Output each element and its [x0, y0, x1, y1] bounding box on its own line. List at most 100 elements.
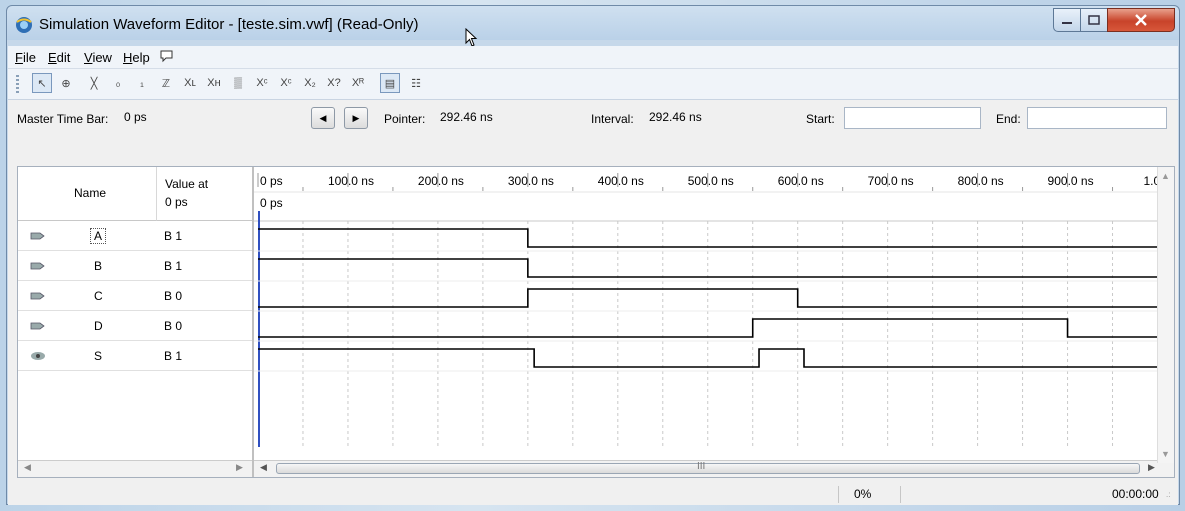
signal-row[interactable]: B B 1	[18, 251, 252, 281]
signal-row[interactable]: A B 1	[18, 221, 252, 251]
master-time-bar-label: Master Time Bar:	[17, 112, 109, 126]
signal-value: B 0	[164, 289, 183, 303]
next-transition-button[interactable]: ▶	[344, 107, 368, 129]
minimize-icon	[1054, 9, 1080, 31]
forcing-high-icon[interactable]: ₁	[132, 73, 152, 93]
waveform-scroll-thumb[interactable]: III	[276, 461, 1140, 474]
signal-row[interactable]: S B 1	[18, 341, 252, 371]
forcing-unknown-icon[interactable]: ╳	[84, 73, 104, 93]
waveform-scroll-right-icon[interactable]: ▶	[1148, 462, 1155, 473]
forcing-low-icon[interactable]: ₀	[108, 73, 128, 93]
selection-tool-icon[interactable]: ↖	[32, 73, 52, 93]
time-tick-label: 200.0 ns	[418, 174, 464, 188]
zoom-tool-icon[interactable]: ⊕	[56, 73, 76, 93]
status-separator	[838, 486, 839, 503]
whats-this-help-icon[interactable]	[159, 49, 175, 63]
waveform-b	[258, 258, 1174, 278]
maximize-icon	[1081, 9, 1107, 31]
time-tick-label: 800.0 ns	[958, 174, 1004, 188]
scroll-down-icon[interactable]: ▼	[1161, 449, 1170, 459]
value-column-header[interactable]: Value at 0 ps	[156, 167, 252, 221]
time-tick-label: 700.0 ns	[868, 174, 914, 188]
scroll-left-icon[interactable]: ◀	[24, 462, 31, 473]
random-value-icon[interactable]: Xᴿ	[348, 73, 368, 93]
time-tick-label: 500.0 ns	[688, 174, 734, 188]
signal-value: B 1	[164, 259, 183, 273]
progress-status: 0%	[854, 487, 872, 501]
input-pin-icon	[30, 260, 46, 274]
name-column-header[interactable]: Name	[18, 167, 156, 221]
menu-file-label: ile	[22, 50, 36, 65]
waveform-scroll-left-icon[interactable]: ◀	[260, 462, 267, 473]
signal-name: B	[94, 259, 103, 273]
close-button[interactable]	[1107, 8, 1175, 32]
start-field[interactable]	[844, 107, 981, 129]
resize-grip-icon[interactable]: .:	[1166, 490, 1170, 499]
time-tick-label: 300.0 ns	[508, 174, 554, 188]
input-pin-icon	[30, 320, 46, 334]
arrow-left-icon: ◀	[319, 112, 327, 123]
mouse-cursor-icon	[465, 28, 478, 47]
arbitrary-value-icon[interactable]: X?	[324, 73, 344, 93]
scroll-right-icon[interactable]: ▶	[236, 462, 243, 473]
value-header-line2: 0 ps	[165, 195, 188, 209]
sort-icon[interactable]: ☷	[406, 73, 426, 93]
count-value-icon[interactable]: Xᶜ	[276, 73, 296, 93]
waveform-c	[258, 288, 1174, 308]
signal-name: A	[90, 228, 107, 244]
arrow-right-icon: ▶	[352, 112, 360, 123]
menu-file-accel: F	[15, 50, 23, 65]
snap-to-grid-icon[interactable]: ▤	[380, 73, 400, 93]
vertical-scrollbar[interactable]: ▲ ▼	[1157, 167, 1174, 463]
dont-care-icon[interactable]: ▒	[228, 73, 248, 93]
end-label: End:	[996, 112, 1021, 126]
time-tick-label: 900.0 ns	[1048, 174, 1094, 188]
output-pin-icon	[30, 350, 46, 364]
time-tick-label: 600.0 ns	[778, 174, 824, 188]
menu-edit[interactable]: Edit	[48, 50, 70, 65]
menu-view-label: iew	[92, 50, 112, 65]
signal-name: D	[94, 319, 103, 333]
weak-low-icon[interactable]: Xʟ	[180, 73, 200, 93]
signal-value: B 1	[164, 349, 183, 363]
master-time-bar-value[interactable]: 0 ps	[120, 107, 292, 129]
status-bar: 0% 00:00:00 .:	[8, 484, 1178, 505]
menu-edit-label: dit	[56, 50, 71, 65]
minimize-button[interactable]	[1053, 8, 1081, 32]
time-bar-row: Master Time Bar: 0 ps ◀ ▶ Pointer: 292.4…	[8, 100, 1178, 140]
waveform-s	[258, 348, 1174, 368]
value-header-line1: Value at	[165, 177, 209, 191]
end-field[interactable]	[1027, 107, 1167, 129]
time-tick-label: 100.0 ns	[328, 174, 374, 188]
time-tick-label: 400.0 ns	[598, 174, 644, 188]
clock-value-icon[interactable]: X₂	[300, 73, 320, 93]
window-title: Simulation Waveform Editor - [teste.sim.…	[39, 16, 419, 33]
invert-icon[interactable]: Xᶜ	[252, 73, 272, 93]
pointer-value: 292.46 ns	[440, 110, 493, 124]
toolbar-grip[interactable]	[16, 75, 19, 93]
title-bar[interactable]: Simulation Waveform Editor - [teste.sim.…	[7, 6, 1179, 47]
start-label: Start:	[806, 112, 835, 126]
signal-value: B 0	[164, 319, 183, 333]
waveform-scrollbar[interactable]: ◀ III ▶	[254, 460, 1174, 477]
time-tick-label: 0 ps	[260, 174, 283, 188]
signal-name: S	[94, 349, 103, 363]
weak-high-icon[interactable]: Xʜ	[204, 73, 224, 93]
high-impedance-icon[interactable]: ℤ	[156, 73, 176, 93]
maximize-button[interactable]	[1080, 8, 1108, 32]
waveform-a	[258, 228, 1174, 248]
waveform-canvas[interactable]: 0 ps 100.0 ns 200.0 ns 300.0 ns 400.0 ns 500.…	[254, 167, 1174, 463]
waveform-grid: Name Value at 0 ps AB 1BB 1CB 0DB 0SB 1 …	[17, 166, 1175, 478]
menu-view[interactable]: View	[84, 50, 112, 65]
menu-help[interactable]: Help	[123, 50, 150, 65]
name-pane-scrollbar[interactable]: ◀ ▶	[18, 460, 252, 477]
signal-row[interactable]: D B 0	[18, 311, 252, 341]
app-icon	[16, 17, 32, 33]
name-header-label: Name	[74, 186, 107, 200]
pointer-label: Pointer:	[384, 112, 426, 126]
signal-row[interactable]: C B 0	[18, 281, 252, 311]
previous-transition-button[interactable]: ◀	[311, 107, 335, 129]
waveform-toolbar: ↖ ⊕ ╳ ₀ ₁ ℤ Xʟ Xʜ ▒ Xᶜ Xᶜ X₂ X? Xᴿ ▤ ☷	[8, 69, 1178, 100]
menu-file[interactable]: File	[15, 50, 36, 65]
scroll-up-icon[interactable]: ▲	[1161, 171, 1170, 181]
